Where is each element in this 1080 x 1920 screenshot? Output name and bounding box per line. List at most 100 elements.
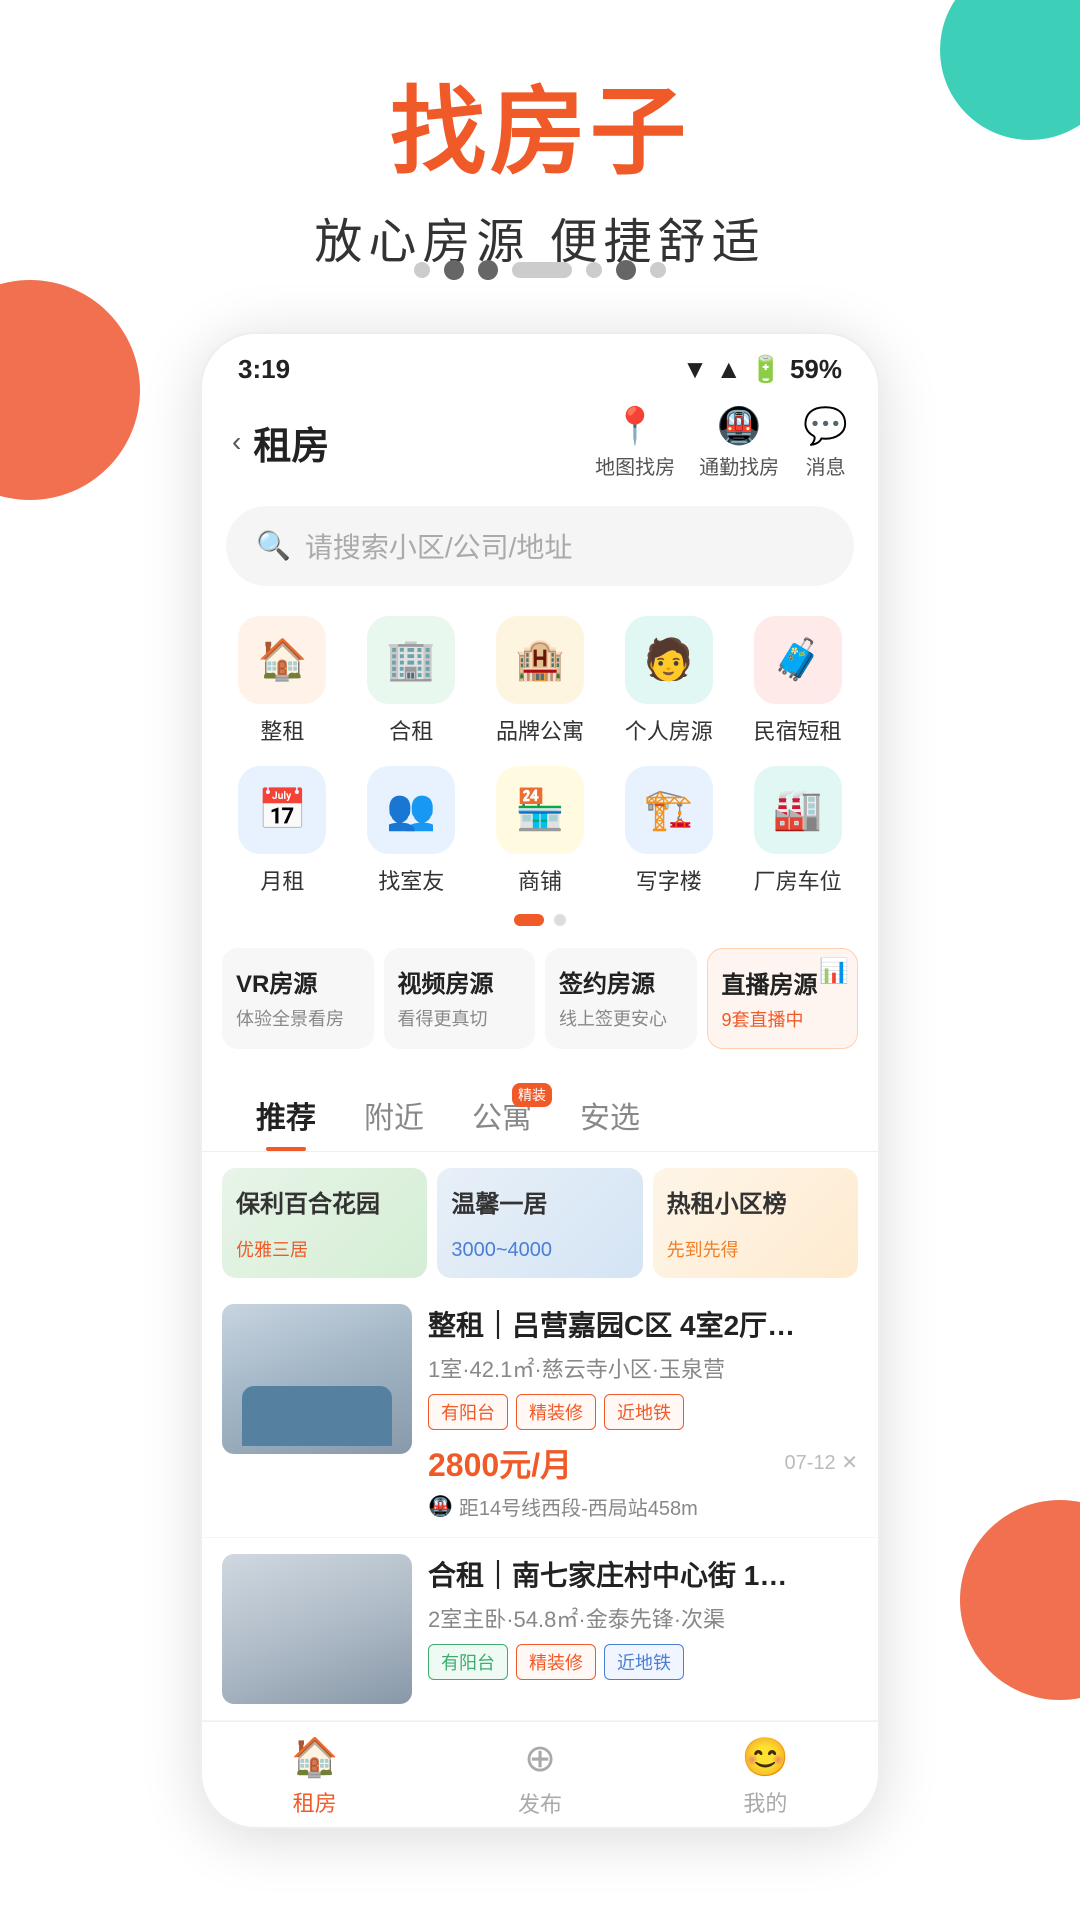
promo-card-3[interactable]: 热租小区榜 先到先得	[653, 1168, 858, 1278]
publish-label: 发布	[518, 1787, 562, 1819]
tab-apartment[interactable]: 公寓 精装	[448, 1079, 556, 1151]
nav-bar: ‹ 租房 📍 地图找房 🚇 通勤找房 💬 消息	[202, 395, 878, 496]
nav-mine[interactable]: 😊 我的	[653, 1736, 878, 1819]
listing-detail-2: 2室主卧·54.8㎡·金泰先锋·次渠	[428, 1602, 858, 1634]
personal-label: 个人房源	[625, 714, 713, 746]
category-shop[interactable]: 🏪 商铺	[476, 766, 605, 896]
time: 3:19	[238, 354, 290, 385]
dot-1[interactable]	[414, 262, 430, 278]
phone-mockup: 3:19 ▼ ▲ 🔋 59% ‹ 租房 📍 地图找房 🚇 通勤	[0, 332, 1080, 1829]
brand-apt-label: 品牌公寓	[496, 714, 584, 746]
rent-label: 租房	[293, 1786, 337, 1818]
promo-sub-1: 优雅三居	[236, 1236, 413, 1262]
tab-recommend[interactable]: 推荐	[232, 1079, 340, 1151]
sign-title: 签约房源	[559, 964, 683, 999]
tab-selected[interactable]: 安选	[556, 1079, 664, 1151]
promo-card-1[interactable]: 保利百合花园 优雅三居	[222, 1168, 427, 1278]
commute-icon: 🚇	[717, 405, 762, 447]
search-placeholder: 请搜索小区/公司/地址	[305, 526, 573, 566]
promo-title-3: 热租小区榜	[667, 1184, 844, 1219]
promo-sub-3: 先到先得	[667, 1236, 844, 1262]
listing-title-1: 整租｜吕营嘉园C区 4室2厅…	[428, 1304, 858, 1344]
apartment-badge: 精装	[512, 1083, 552, 1107]
carousel-dots	[414, 260, 666, 280]
category-zhengzu[interactable]: 🏠 整租	[218, 616, 347, 746]
listing-tags-2: 有阳台 精装修 近地铁	[428, 1644, 858, 1680]
category-factory[interactable]: 🏭 厂房车位	[733, 766, 862, 896]
message-button[interactable]: 💬 消息	[803, 405, 848, 480]
category-roommate[interactable]: 👥 找室友	[347, 766, 476, 896]
category-yuezu[interactable]: 📅 月租	[218, 766, 347, 896]
message-icon: 💬	[803, 405, 848, 447]
category-office[interactable]: 🏗️ 写字楼	[604, 766, 733, 896]
shop-label: 商铺	[518, 864, 562, 896]
listing-img-2	[222, 1554, 412, 1704]
phone-screen: 3:19 ▼ ▲ 🔋 59% ‹ 租房 📍 地图找房 🚇 通勤	[200, 332, 880, 1829]
video-title: 视频房源	[398, 964, 522, 999]
commute-search-button[interactable]: 🚇 通勤找房	[699, 405, 779, 480]
dot-3[interactable]	[478, 260, 498, 280]
category-grid-row1: 🏠 整租 🏢 合租 🏨 品牌公寓 🧑 个人房源 🧳 民宿短租	[202, 606, 878, 756]
page-dot-2[interactable]	[554, 914, 566, 926]
listing-price-1: 2800元/月	[428, 1440, 572, 1486]
status-bar: 3:19 ▼ ▲ 🔋 59%	[202, 334, 878, 395]
dot-6[interactable]	[616, 260, 636, 280]
listing-title-2: 合租｜南七家庄村中心街 1…	[428, 1554, 858, 1594]
factory-label: 厂房车位	[754, 864, 842, 896]
map-label: 地图找房	[595, 451, 675, 480]
promo-card-2[interactable]: 温馨一居 3000~4000	[437, 1168, 642, 1278]
listing-card-2[interactable]: 合租｜南七家庄村中心街 1… 2室主卧·54.8㎡·金泰先锋·次渠 有阳台 精装…	[202, 1538, 878, 1721]
commute-label: 通勤找房	[699, 451, 779, 480]
listing-date-1: 07-12 ✕	[785, 1450, 858, 1475]
search-bar[interactable]: 🔍 请搜索小区/公司/地址	[226, 506, 854, 586]
promo-sub-2: 3000~4000	[451, 1239, 628, 1262]
tag-metro: 近地铁	[604, 1394, 684, 1430]
metro-text-1: 距14号线西段-西局站458m	[459, 1492, 698, 1521]
listing-img-1	[222, 1304, 412, 1454]
live-sub: 9套直播中	[722, 1006, 844, 1032]
vr-card[interactable]: VR房源 体验全景看房	[222, 948, 374, 1049]
sign-card[interactable]: 签约房源 线上签更安心	[545, 948, 697, 1049]
page-dot-1[interactable]	[514, 914, 544, 926]
category-personal[interactable]: 🧑 个人房源	[604, 616, 733, 746]
listing-card-1[interactable]: 整租｜吕营嘉园C区 4室2厅… 1室·42.1㎡·慈云寺小区·玉泉营 有阳台 精…	[202, 1288, 878, 1538]
listing-info-1: 整租｜吕营嘉园C区 4室2厅… 1室·42.1㎡·慈云寺小区·玉泉营 有阳台 精…	[428, 1304, 858, 1521]
map-search-button[interactable]: 📍 地图找房	[595, 405, 675, 480]
minsu-label: 民宿短租	[754, 714, 842, 746]
mine-label: 我的	[743, 1786, 787, 1818]
promo-title-2: 温馨一居	[451, 1184, 628, 1219]
status-icons: ▼ ▲ 🔋 59%	[682, 354, 842, 385]
battery-percent: 59%	[790, 354, 842, 385]
listing-detail-1: 1室·42.1㎡·慈云寺小区·玉泉营	[428, 1352, 858, 1384]
category-minsu[interactable]: 🧳 民宿短租	[733, 616, 862, 746]
hezu-icon: 🏢	[367, 616, 455, 704]
live-card[interactable]: 📊 直播房源 9套直播中	[707, 948, 859, 1049]
factory-icon: 🏭	[754, 766, 842, 854]
dot-5[interactable]	[586, 262, 602, 278]
video-sub: 看得更真切	[398, 1005, 522, 1031]
brand-apt-icon: 🏨	[496, 616, 584, 704]
promo-row: 保利百合花园 优雅三居 温馨一居 3000~4000 热租小区榜 先到先得	[202, 1152, 878, 1288]
back-button[interactable]: ‹	[232, 426, 241, 458]
metro-icon: 🚇	[428, 1494, 453, 1519]
tab-nearby[interactable]: 附近	[340, 1079, 448, 1151]
dot-4	[512, 262, 572, 278]
video-card[interactable]: 视频房源 看得更真切	[384, 948, 536, 1049]
price-row-1: 2800元/月 07-12 ✕	[428, 1440, 858, 1486]
dot-7[interactable]	[650, 262, 666, 278]
listing-info-2: 合租｜南七家庄村中心街 1… 2室主卧·54.8㎡·金泰先锋·次渠 有阳台 精装…	[428, 1554, 858, 1704]
page-dots	[202, 906, 878, 938]
zhengzu-label: 整租	[260, 714, 304, 746]
map-icon: 📍	[613, 405, 658, 447]
nav-publish[interactable]: ⊕ 发布	[427, 1736, 652, 1819]
dot-2[interactable]	[444, 260, 464, 280]
tag-balcony: 有阳台	[428, 1394, 508, 1430]
category-brand-apt[interactable]: 🏨 品牌公寓	[476, 616, 605, 746]
search-icon: 🔍	[256, 529, 291, 562]
nav-left: ‹ 租房	[232, 415, 329, 470]
nav-rent[interactable]: 🏠 租房	[202, 1736, 427, 1819]
yuezu-label: 月租	[260, 864, 304, 896]
roommate-icon: 👥	[367, 766, 455, 854]
yuezu-icon: 📅	[238, 766, 326, 854]
category-hezu[interactable]: 🏢 合租	[347, 616, 476, 746]
